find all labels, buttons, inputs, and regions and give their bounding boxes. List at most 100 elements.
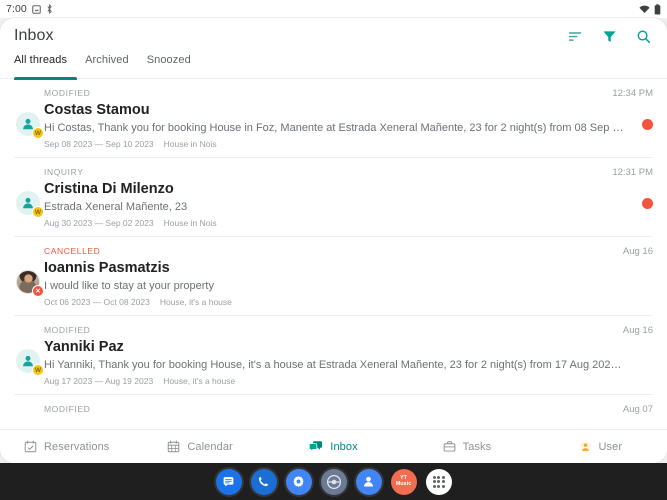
grid-dots xyxy=(432,475,445,488)
unread-indicator xyxy=(642,119,653,130)
user-avatar-icon xyxy=(579,441,591,452)
channel-badge-cancelled: ✕ xyxy=(32,285,44,297)
message-property: House in Nois xyxy=(163,139,217,149)
avatar-column: W xyxy=(14,167,44,236)
youtube-music-app-icon[interactable]: YT Music xyxy=(390,468,417,495)
message-content: MODIFIED Costas Stamou Hi Costas, Thank … xyxy=(44,88,653,157)
chat-bubbles-icon xyxy=(309,441,323,453)
message-meta: Aug 17 2023 — Aug 19 2023 House, it's a … xyxy=(44,376,627,386)
message-preview: Hi Yanniki, Thank you for booking House,… xyxy=(44,359,627,371)
nav-label: Calendar xyxy=(187,440,233,453)
status-bar-clock: 7:00 xyxy=(6,3,27,15)
message-content: MODIFIED Yanniki Paz Hi Yanniki, Thank y… xyxy=(44,325,653,394)
avatar-column: W xyxy=(14,88,44,157)
contacts-app-icon[interactable] xyxy=(355,468,382,495)
calendar-check-icon xyxy=(24,440,37,453)
message-status: INQUIRY xyxy=(44,167,84,177)
message-meta: Aug 30 2023 — Sep 02 2023 House in Nois xyxy=(44,218,627,228)
sort-icon[interactable] xyxy=(565,26,585,46)
android-status-bar: 7:00 xyxy=(0,0,667,18)
message-meta: Oct 06 2023 — Oct 08 2023 House, it's a … xyxy=(44,297,627,307)
nav-label: Reservations xyxy=(44,440,110,453)
messages-app-icon[interactable] xyxy=(215,468,242,495)
avatar-column: W xyxy=(14,325,44,394)
filter-icon[interactable] xyxy=(599,26,619,46)
message-row[interactable]: W INQUIRY Cristina Di Milenzo Estrada Xe… xyxy=(0,158,667,236)
battery-icon xyxy=(654,3,661,14)
message-status: MODIFIED xyxy=(44,404,91,414)
tab-all-threads[interactable]: All threads xyxy=(14,54,67,72)
search-icon[interactable] xyxy=(633,26,653,46)
message-dates: Aug 17 2023 — Aug 19 2023 xyxy=(44,376,154,386)
tab-bar: All threads Archived Snoozed xyxy=(0,54,667,80)
message-property: House, it's a house xyxy=(159,297,232,307)
message-property: House, it's a house xyxy=(163,376,236,386)
message-dates: Sep 08 2023 — Sep 10 2023 xyxy=(44,139,154,149)
channel-badge-airbnb: W xyxy=(32,206,44,218)
avatar: W xyxy=(16,112,44,139)
android-dock: YT Music xyxy=(0,463,667,500)
nav-item-calendar[interactable]: Calendar xyxy=(133,440,266,453)
phone-app-icon[interactable] xyxy=(250,468,277,495)
message-time: Aug 07 xyxy=(622,404,653,415)
app-drawer-icon[interactable] xyxy=(425,468,452,495)
message-meta: Sep 08 2023 — Sep 10 2023 House in Nois xyxy=(44,139,627,149)
tab-archived[interactable]: Archived xyxy=(85,54,129,72)
nav-item-tasks[interactable]: Tasks xyxy=(400,440,533,453)
tab-snoozed[interactable]: Snoozed xyxy=(147,54,191,72)
avatar: W xyxy=(16,191,44,218)
status-bar-right xyxy=(639,3,661,15)
message-property: House in Nois xyxy=(163,218,217,228)
nav-item-user[interactable]: User xyxy=(534,440,667,453)
app-window: Inbox All threads Archived Snoozed W MOD… xyxy=(0,18,667,463)
tab-label: All threads xyxy=(14,54,68,66)
page-title: Inbox xyxy=(14,27,54,44)
nav-label: Tasks xyxy=(462,440,492,453)
briefcase-icon xyxy=(443,441,455,452)
message-time: Aug 16 xyxy=(622,246,653,257)
channel-badge-airbnb: W xyxy=(32,364,44,376)
message-content: CANCELLED Ioannis Pasmatzis I would like… xyxy=(44,246,653,315)
ytm-label: YT Music xyxy=(395,474,412,487)
message-row[interactable]: ✕ CANCELLED Ioannis Pasmatzis I would li… xyxy=(0,237,667,315)
calendar-grid-icon xyxy=(168,440,180,453)
message-status: MODIFIED xyxy=(44,325,91,335)
message-row[interactable]: W MODIFIED Yanniki Paz Hi Yanniki, Thank… xyxy=(0,316,667,394)
message-preview: I would like to stay at your property xyxy=(44,280,214,292)
message-sender: Costas Stamou xyxy=(44,102,150,118)
tab-label: Snoozed xyxy=(146,54,191,66)
message-time: Aug 16 xyxy=(622,325,653,336)
message-preview: Hi Costas, Thank you for booking House i… xyxy=(44,122,627,134)
avatar: W xyxy=(16,349,44,376)
message-list[interactable]: W MODIFIED Costas Stamou Hi Costas, Than… xyxy=(0,79,667,447)
message-sender: Cristina Di Milenzo xyxy=(44,181,174,197)
message-time: 12:31 PM xyxy=(612,167,653,178)
message-status: MODIFIED xyxy=(44,88,91,98)
tab-label: Archived xyxy=(85,54,129,66)
message-row[interactable]: W MODIFIED Costas Stamou Hi Costas, Than… xyxy=(0,79,667,157)
nav-label: Inbox xyxy=(330,440,358,453)
message-sender: Yanniki Paz xyxy=(44,339,124,355)
app-bar: Inbox xyxy=(0,18,667,54)
message-status: CANCELLED xyxy=(44,246,101,256)
nav-item-inbox[interactable]: Inbox xyxy=(267,440,400,453)
message-content: INQUIRY Cristina Di Milenzo Estrada Xene… xyxy=(44,167,653,236)
nav-item-reservations[interactable]: Reservations xyxy=(0,440,133,453)
unread-indicator xyxy=(642,198,653,209)
status-bar-left: 7:00 xyxy=(6,3,53,15)
bluetooth-icon xyxy=(47,4,52,14)
message-dates: Oct 06 2023 — Oct 08 2023 xyxy=(44,297,150,307)
app-bar-actions xyxy=(565,26,653,46)
channel-badge-airbnb: W xyxy=(32,127,44,139)
message-sender: Ioannis Pasmatzis xyxy=(44,260,170,276)
avatar-column: ✕ xyxy=(14,246,44,315)
settings-app-icon[interactable] xyxy=(285,468,312,495)
chrome-app-icon[interactable] xyxy=(320,468,347,495)
screen-root: 7:00 Inbox All threads Archived Snoozed … xyxy=(0,0,667,500)
bottom-navigation: Reservations Calendar Inbox Tasks User xyxy=(0,429,667,463)
message-time: 12:34 PM xyxy=(612,88,653,99)
avatar: ✕ xyxy=(16,270,44,297)
wifi-icon xyxy=(639,5,650,13)
screenshot-icon xyxy=(32,4,41,14)
nav-label: User xyxy=(598,440,623,453)
